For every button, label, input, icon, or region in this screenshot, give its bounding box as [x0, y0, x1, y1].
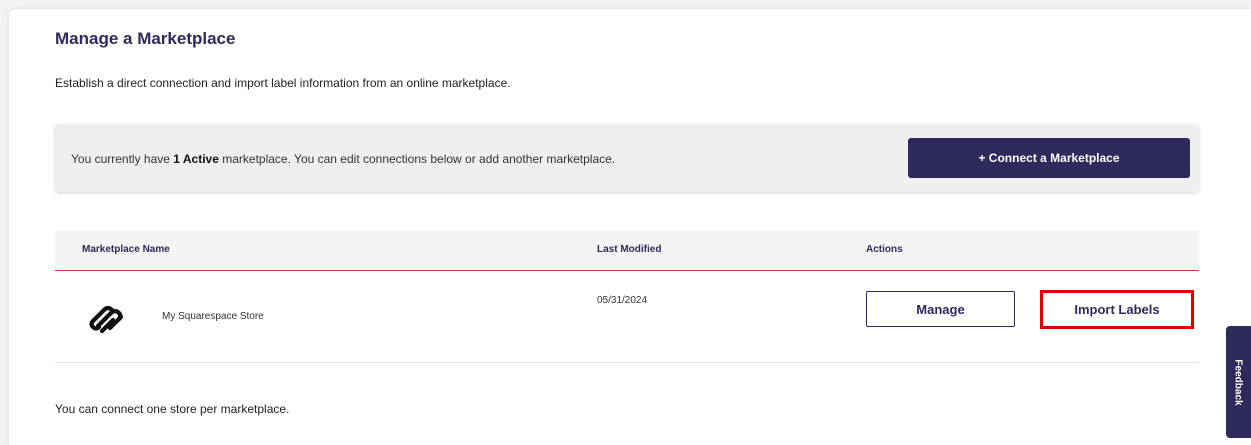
footnote-text: You can connect one store per marketplac…: [55, 402, 290, 416]
page-title: Manage a Marketplace: [55, 29, 236, 48]
feedback-label: Feedback: [1233, 358, 1245, 406]
manage-button[interactable]: Manage: [866, 291, 1015, 327]
status-text: You currently have 1 Active marketplace.…: [71, 152, 615, 166]
squarespace-logo-icon: [89, 305, 124, 334]
status-text-prefix: You currently have: [71, 152, 174, 166]
feedback-tab[interactable]: Feedback: [1226, 326, 1251, 438]
import-labels-button[interactable]: Import Labels: [1040, 290, 1194, 329]
marketplace-store-name: My Squarespace Store: [162, 311, 264, 322]
connect-marketplace-button[interactable]: + Connect a Marketplace: [908, 138, 1190, 178]
last-modified-date: 05/31/2024: [597, 295, 648, 306]
column-header-marketplace-name: Marketplace Name: [82, 244, 170, 255]
column-header-actions: Actions: [866, 244, 903, 255]
table-row: My Squarespace Store 05/31/2024 Manage I…: [55, 271, 1199, 363]
active-count: 1 Active: [173, 152, 219, 166]
page-subtitle: Establish a direct connection and import…: [55, 76, 511, 90]
table-header: Marketplace Name Last Modified Actions: [55, 231, 1199, 271]
column-header-last-modified: Last Modified: [597, 244, 662, 255]
status-text-suffix: marketplace. You can edit connections be…: [218, 152, 616, 166]
manage-marketplace-card: Manage a Marketplace Establish a direct …: [9, 9, 1251, 445]
status-banner: You currently have 1 Active marketplace.…: [55, 124, 1199, 192]
